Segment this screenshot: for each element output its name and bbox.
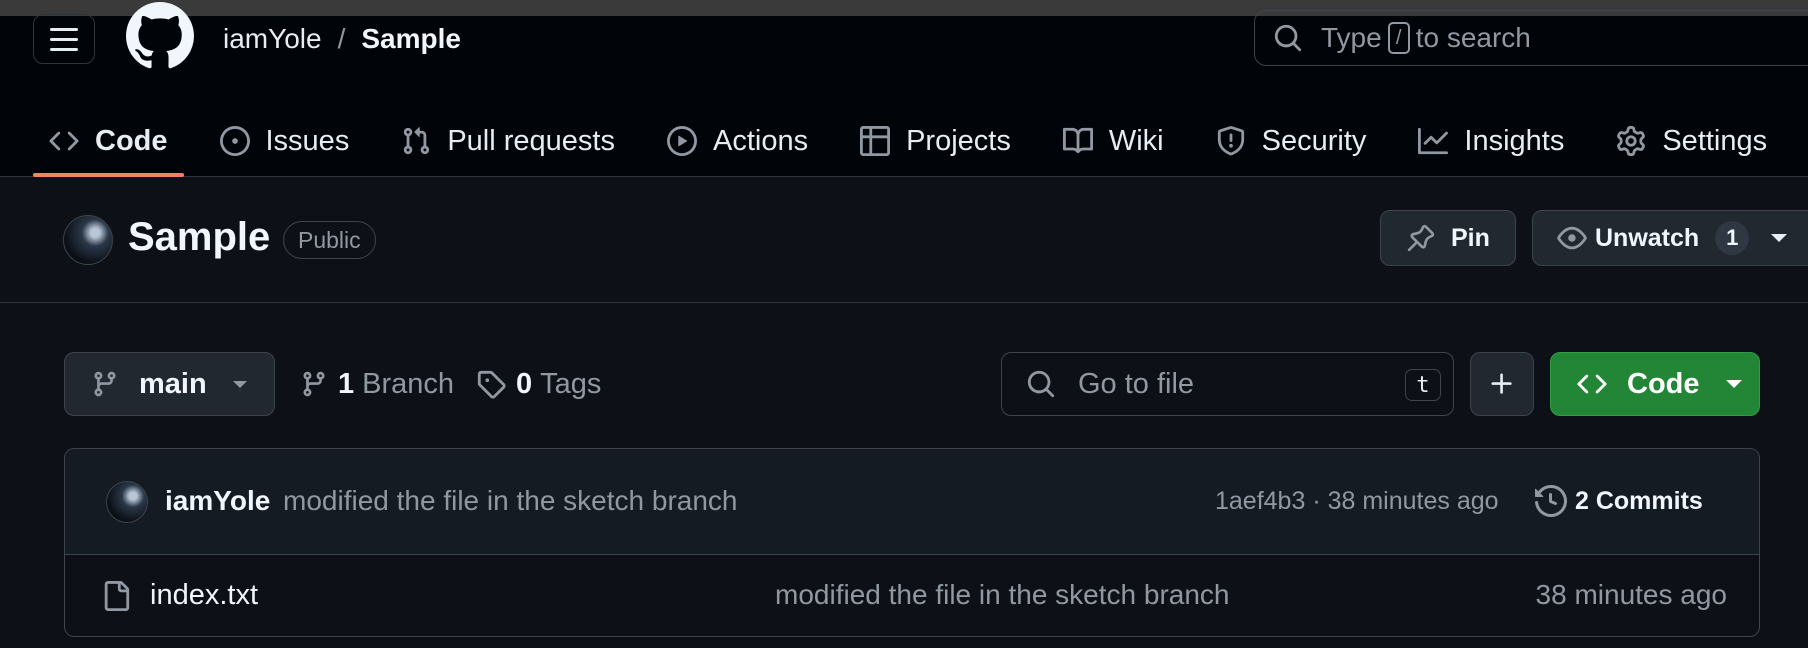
tag-count: 0 [516,367,533,400]
go-to-file-shortcut-key: t [1405,369,1441,401]
graph-icon [1418,127,1449,155]
pin-icon [1407,224,1435,252]
table-row[interactable]: index.txt modified the file in the sketc… [65,555,1759,636]
tab-security[interactable]: Security [1200,106,1383,176]
tab-pull-requests[interactable]: Pull requests [385,106,631,176]
search-prefix-text: Type [1321,22,1382,53]
commit-message-link[interactable]: modified the file in the sketch branch [283,485,737,517]
tab-issues[interactable]: Issues [204,106,366,176]
pin-button[interactable]: Pin [1380,210,1516,266]
menu-line [50,37,78,41]
tab-code-label: Code [95,124,168,157]
add-file-button[interactable] [1470,352,1534,416]
commits-count-label: 2 Commits [1575,486,1703,515]
code-button[interactable]: Code [1550,352,1760,416]
breadcrumb-owner-link[interactable]: iamYole [223,23,322,55]
breadcrumb-separator: / [337,23,346,54]
tags-link[interactable]: 0 Tags [476,362,601,406]
book-icon [1062,127,1093,154]
visibility-badge: Public [283,221,376,259]
breadcrumb-repo-link[interactable]: Sample [361,23,461,55]
pin-label: Pin [1451,223,1490,252]
history-icon [1535,485,1567,517]
file-icon [104,581,130,611]
tab-insights-label: Insights [1464,124,1565,157]
tag-label: Tags [540,367,602,400]
tab-wiki[interactable]: Wiki [1047,106,1180,176]
commits-history-link[interactable]: 2 Commits [1535,481,1703,521]
search-icon [1274,24,1302,52]
gear-icon [1617,126,1646,156]
code-icon [1577,374,1607,394]
tab-projects-label: Projects [906,124,1011,157]
branches-link[interactable]: 1 Branch [300,362,454,406]
search-shortcut-key: / [1387,22,1410,54]
commit-author-link[interactable]: iamYole [165,485,270,517]
tab-actions[interactable]: Actions [651,106,824,176]
commit-author-avatar[interactable] [106,481,148,523]
code-button-label: Code [1627,367,1700,400]
chevron-down-icon [1771,234,1788,242]
code-icon [49,131,79,151]
tab-security-label: Security [1261,124,1367,157]
commit-hash-and-time[interactable]: 1aef4b3 · 38 minutes ago [1215,487,1499,516]
tab-settings-label: Settings [1662,124,1768,157]
repo-title-bar: Sample Public Pin Unwatch 1 [0,177,1808,303]
repo-header: iamYole / Sample Type / to search Code I… [0,2,1808,177]
issue-opened-icon [219,126,250,156]
hamburger-menu-button[interactable] [33,14,95,64]
branch-name: main [139,367,207,400]
git-branch-icon [303,371,325,397]
unwatch-label: Unwatch [1595,223,1700,252]
breadcrumb: iamYole / Sample [223,19,461,59]
menu-line [50,47,78,51]
branch-label: Branch [362,367,455,400]
file-updated-time: 38 minutes ago [1535,579,1727,610]
plus-icon [1491,373,1512,394]
file-name-link[interactable]: index.txt [150,579,258,612]
tab-code[interactable]: Code [33,106,184,177]
file-commit-message-link[interactable]: modified the file in the sketch branch [775,579,1229,611]
tab-projects[interactable]: Projects [844,106,1027,176]
tab-settings[interactable]: Settings [1600,106,1783,176]
menu-line [50,27,78,31]
watch-count-badge: 1 [1715,221,1750,255]
tab-pull-requests-label: Pull requests [447,124,615,157]
play-icon [666,126,697,156]
git-branch-icon [94,371,116,397]
repo-tabs: Code Issues Pull requests Actions Projec… [33,106,1803,177]
git-pull-request-icon [404,127,430,155]
chevron-down-icon [232,380,247,388]
tag-icon [477,370,506,399]
repo-owner-avatar[interactable] [63,215,113,265]
go-to-file-input[interactable]: Go to file t [1001,352,1454,416]
tab-insights[interactable]: Insights [1402,106,1580,176]
search-suffix-text: to search [1415,22,1531,53]
tab-actions-label: Actions [712,124,809,157]
shield-icon [1217,126,1244,156]
repo-title: Sample [128,215,271,259]
unwatch-button[interactable]: Unwatch 1 [1532,210,1808,266]
search-icon [1027,370,1055,398]
tab-issues-label: Issues [265,124,350,157]
branch-count: 1 [338,367,355,400]
go-to-file-placeholder: Go to file [1078,367,1195,400]
global-search-input[interactable]: Type / to search [1254,10,1808,66]
tab-wiki-label: Wiki [1108,124,1164,157]
latest-commit-row: iamYole modified the file in the sketch … [65,449,1759,555]
eye-icon [1557,226,1587,250]
github-logo-icon[interactable] [126,2,194,70]
branch-select-button[interactable]: main [64,352,275,416]
chevron-down-icon [1725,380,1742,388]
table-icon [860,126,891,156]
file-browser: iamYole modified the file in the sketch … [64,448,1760,637]
